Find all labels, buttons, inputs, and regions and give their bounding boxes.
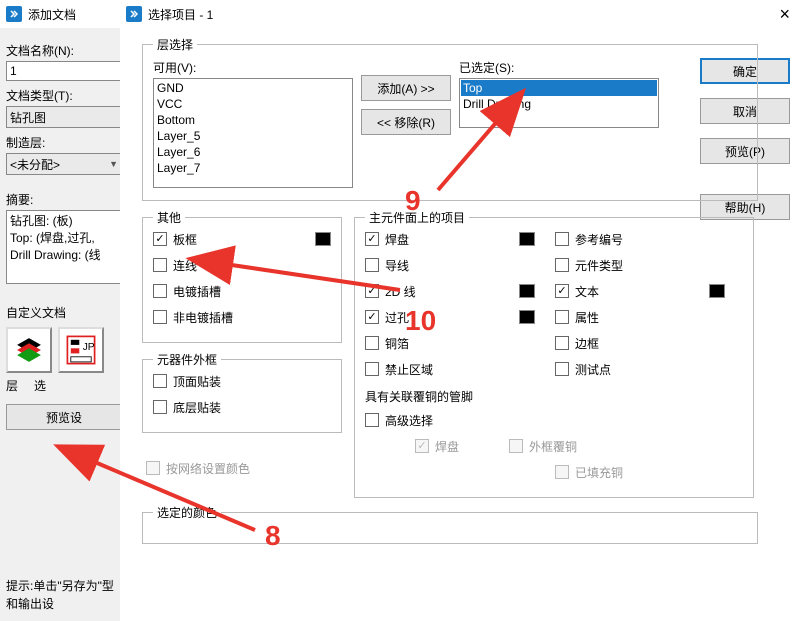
chevron-down-icon: ▼ [109,159,118,169]
preview-settings-button[interactable]: 预览设 [6,404,122,430]
color-swatch[interactable] [315,232,331,246]
checkbox-icon [153,374,167,388]
available-label: 可用(V): [153,59,353,76]
doc-type-value: 钻孔图 [10,109,46,126]
svg-text:JP: JP [83,342,95,353]
outline-group: 元器件外框 顶面贴装 底层贴装 [142,359,342,433]
other-group: 其他 ✓ 板框 连线 电镀插槽 [142,217,342,343]
ck-nonplated-slot[interactable]: 非电镀插槽 [153,304,331,330]
list-item[interactable]: Drill Drawing [461,96,657,112]
add-doc-title: 添加文档 [28,6,76,23]
mfg-layer-label: 制造层: [6,134,122,151]
list-item[interactable]: GND [155,80,351,96]
ck-attr[interactable]: 属性 [555,304,725,330]
add-document-dialog: 添加文档 文档名称(N): 文档类型(T): 钻孔图 制造层: <未分配> ▼ 摘… [0,0,128,621]
ck-top-mount[interactable]: 顶面贴装 [153,368,331,394]
ck-traces[interactable]: 导线 [365,252,535,278]
mfg-layer-combo[interactable]: <未分配> ▼ [6,153,122,175]
layer-group-title: 层选择 [153,36,197,53]
custom-doc-label: 自定义文档 [6,304,122,321]
checkbox-icon: ✓ [153,232,167,246]
checkbox-icon [153,400,167,414]
ck-connections[interactable]: 连线 [153,252,331,278]
list-item[interactable]: Bottom [155,112,351,128]
sel-titlebar: 选择项目 - 1 × [120,0,800,28]
list-item[interactable]: Layer_6 [155,144,351,160]
selcolor-title: 选定的颜色 [153,504,221,521]
summary-line: 钻孔图: (板) [10,213,118,230]
doc-name-input[interactable] [6,61,122,81]
checkbox-icon [153,258,167,272]
ck-refdes[interactable]: 参考编号 [555,226,725,252]
color-swatch[interactable] [709,284,725,298]
app-icon [126,6,142,22]
summary-box[interactable]: 钻孔图: (板) Top: (焊盘,过孔, Drill Drawing: (线 [6,210,122,284]
ck-parttype[interactable]: 元件类型 [555,252,725,278]
list-item[interactable]: Layer_7 [155,160,351,176]
thumb2-label: 选 [34,377,46,394]
list-item[interactable]: Top [461,80,657,96]
ck-copper[interactable]: 铜箔 [365,330,535,356]
doc-type-label: 文档类型(T): [6,87,122,104]
ck-assoc-outline: 外框覆铜 [509,433,577,459]
color-swatch[interactable] [519,284,535,298]
list-item[interactable]: Layer_5 [155,128,351,144]
assoc-label: 具有关联覆铜的管脚 [365,388,743,405]
other-group-title: 其他 [153,209,185,226]
mfg-layer-value: <未分配> [10,156,60,173]
ck-keepout[interactable]: 禁止区域 [365,356,535,382]
hint-text: 提示:单击"另存为"型和输出设 [6,577,122,613]
checkbox-icon [153,284,167,298]
ck-advanced[interactable]: 高级选择 [365,407,743,433]
selected-color-group: 选定的颜色 [142,512,758,544]
ck-net-color: 按网络设置颜色 [146,455,342,481]
ck-assoc-pad: ✓焊盘 [415,433,459,459]
selected-listbox[interactable]: Top Drill Drawing [459,78,659,128]
outline-group-title: 元器件外框 [153,351,221,368]
main-items-group: 主元件面上的项目 ✓焊盘 导线 ✓2D 线 ✓过孔 铜箔 禁止区域 参考编号 元… [354,217,754,498]
ck-testpoint[interactable]: 测试点 [555,356,725,382]
sel-title: 选择项目 - 1 [148,6,213,23]
select-items-dialog: 选择项目 - 1 × 确定 取消 预览(P) 帮助(H) 层选择 可用(V): … [120,0,800,621]
summary-line: Top: (焊盘,过孔, [10,230,118,247]
remove-button[interactable]: << 移除(R) [361,109,451,135]
ck-2dlines[interactable]: ✓2D 线 [365,278,535,304]
layer-select-group: 层选择 可用(V): GND VCC Bottom Layer_5 Layer_… [142,44,758,201]
close-icon[interactable]: × [779,4,790,25]
ck-border[interactable]: 边框 [555,330,725,356]
layers-thumb[interactable] [6,327,52,373]
color-swatch[interactable] [519,310,535,324]
ck-board-outline[interactable]: ✓ 板框 [153,226,331,252]
ck-plated-slot[interactable]: 电镀插槽 [153,278,331,304]
options-thumb[interactable]: JP [58,327,104,373]
add-button[interactable]: 添加(A) >> [361,75,451,101]
ck-assoc-filled: 已填充铜 [555,459,623,485]
color-swatch[interactable] [519,232,535,246]
ck-pads[interactable]: ✓焊盘 [365,226,535,252]
checkbox-icon [146,461,160,475]
summary-label: 摘要: [6,191,122,208]
doc-type-combo[interactable]: 钻孔图 [6,106,122,128]
summary-line: Drill Drawing: (线 [10,247,118,264]
app-icon [6,6,22,22]
thumb1-label: 层 [6,377,18,394]
thumb-row: JP [6,327,122,373]
ck-text[interactable]: ✓文本 [555,278,725,304]
selected-label: 已选定(S): [459,59,659,76]
doc-name-label: 文档名称(N): [6,42,122,59]
available-listbox[interactable]: GND VCC Bottom Layer_5 Layer_6 Layer_7 [153,78,353,188]
add-doc-titlebar: 添加文档 [0,0,128,28]
ck-bottom-mount[interactable]: 底层贴装 [153,394,331,420]
list-item[interactable]: VCC [155,96,351,112]
checkbox-icon [153,310,167,324]
ck-vias[interactable]: ✓过孔 [365,304,535,330]
main-group-title: 主元件面上的项目 [365,209,469,226]
